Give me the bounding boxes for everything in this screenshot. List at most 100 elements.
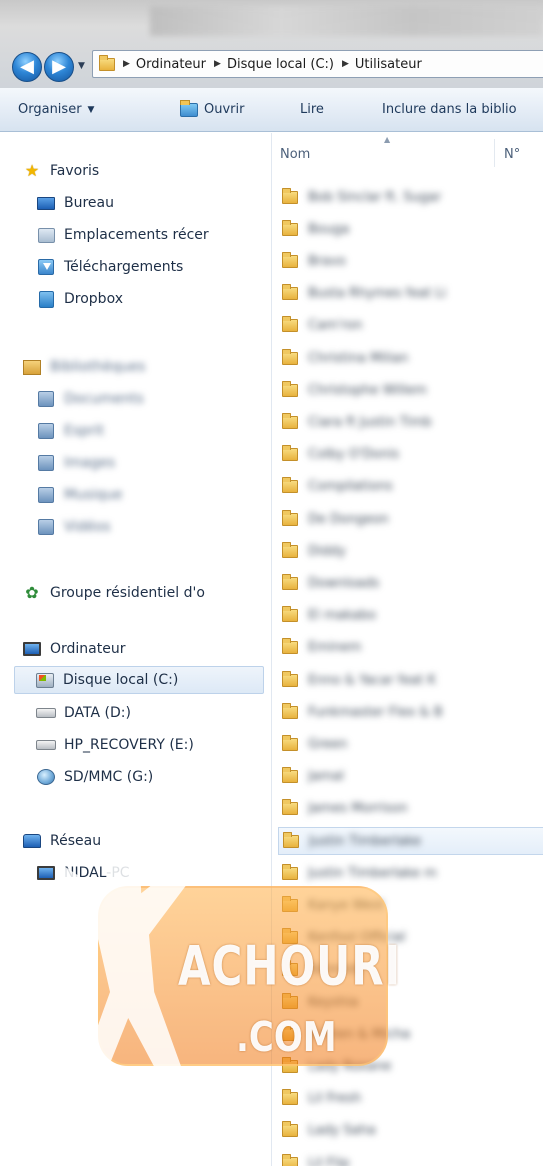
folder-icon <box>282 734 298 751</box>
folder-icon <box>282 670 298 687</box>
nav-item-library[interactable]: Images <box>36 449 115 477</box>
folder-name: Lil Fresh <box>308 1091 362 1107</box>
nav-libraries[interactable]: Bibliothèques <box>22 353 145 381</box>
breadcrumb-computer[interactable]: Ordinateur <box>136 57 206 72</box>
nav-item-library[interactable]: Vidéos <box>36 513 111 541</box>
sort-ascending-icon: ▲ <box>384 135 391 144</box>
nav-item-label: Vidéos <box>64 519 111 535</box>
play-button[interactable]: Lire <box>270 88 352 131</box>
window-title-bar: ◀ ▶ ▼ ▶ Ordinateur ▶ Disque local (C:) ▶… <box>0 0 543 88</box>
folder-row[interactable]: Justin Timberlake m <box>278 859 543 887</box>
chevron-right-icon[interactable]: ▶ <box>214 59 221 69</box>
recent-pages-dropdown[interactable]: ▼ <box>78 61 85 71</box>
music-icon <box>36 486 56 504</box>
nav-item-library[interactable]: Musique <box>36 481 123 509</box>
chevron-right-icon[interactable]: ▶ <box>123 59 130 69</box>
folder-icon <box>283 831 299 848</box>
computer-icon <box>22 640 42 658</box>
organise-button[interactable]: Organiser ▼ <box>0 88 158 131</box>
folder-row[interactable]: Busta Rhymes feat Li <box>278 280 543 308</box>
nav-item-library[interactable]: Documents <box>36 385 144 413</box>
nav-item-drive-g[interactable]: SD/MMC (G:) <box>36 763 153 791</box>
folder-row[interactable]: Enno & Yacar feat K <box>278 666 543 694</box>
folder-row[interactable]: Lil Fresh <box>278 1085 543 1113</box>
nav-network-label: Réseau <box>50 833 102 849</box>
folder-name: Jamal <box>308 769 345 785</box>
folder-name: Busta Rhymes feat Li <box>308 286 447 302</box>
nav-network[interactable]: Réseau <box>22 827 101 855</box>
chevron-right-icon[interactable]: ▶ <box>342 59 349 69</box>
folder-row[interactable]: Cam'ron <box>278 312 543 340</box>
nav-item-library[interactable]: Esprit <box>36 417 104 445</box>
nav-item-label: Images <box>64 455 116 471</box>
address-bar[interactable]: ▶ Ordinateur ▶ Disque local (C:) ▶ Utili… <box>92 50 543 78</box>
open-button[interactable]: Ouvrir <box>158 88 270 131</box>
network-icon <box>22 832 42 850</box>
nav-item-drive-c[interactable]: Disque local (C:) <box>14 666 264 694</box>
folder-row[interactable]: Diddy <box>278 537 543 565</box>
nav-computer[interactable]: Ordinateur <box>22 635 126 663</box>
folder-row[interactable]: Christophe Willem <box>278 376 543 404</box>
nav-item-recent-places[interactable]: Emplacements récer <box>36 221 209 249</box>
back-button[interactable]: ◀ <box>12 52 42 82</box>
folder-name: Cam'ron <box>308 318 363 334</box>
folder-row[interactable]: Bravo <box>278 247 543 275</box>
folder-row[interactable]: Bouga <box>278 215 543 243</box>
nav-item-label: Documents <box>64 391 144 407</box>
forward-button[interactable]: ▶ <box>44 52 74 82</box>
breadcrumb-users[interactable]: Utilisateur <box>355 57 422 72</box>
folder-icon <box>282 187 298 204</box>
chevron-down-icon: ▼ <box>87 104 95 115</box>
nav-item-desktop[interactable]: Bureau <box>36 189 114 217</box>
nav-item-label: Téléchargements <box>64 259 184 275</box>
folder-icon <box>282 380 298 397</box>
folder-row[interactable]: Funkmaster Flex & B <box>278 698 543 726</box>
folder-row[interactable]: De Dongeon <box>278 505 543 533</box>
nav-item-dropbox[interactable]: Dropbox <box>36 285 123 313</box>
folder-row[interactable]: Christina Milian <box>278 344 543 372</box>
pictures-icon <box>36 454 56 472</box>
folder-row[interactable]: Justin Timberlake <box>278 827 543 855</box>
folder-row[interactable]: James Morrison <box>278 795 543 823</box>
blurred-title-area <box>150 6 543 36</box>
folder-icon <box>282 799 298 816</box>
folder-icon <box>282 445 298 462</box>
folder-icon <box>282 348 298 365</box>
folder-name: Green <box>308 736 348 752</box>
nav-libraries-label: Bibliothèques <box>50 359 146 375</box>
folder-row[interactable]: Bob Sinclar ft. Sugar <box>278 183 543 211</box>
folder-row[interactable]: Compilations <box>278 473 543 501</box>
folder-row[interactable]: Jamal <box>278 763 543 791</box>
folder-name: De Dongeon <box>308 511 389 527</box>
nav-favorites[interactable]: ★ Favoris <box>22 157 99 185</box>
folder-row[interactable]: Ciara ft Justin Timb <box>278 408 543 436</box>
folder-row[interactable]: El makabo <box>278 602 543 630</box>
library-item-icon <box>36 422 56 440</box>
recent-places-icon <box>36 226 56 244</box>
folder-row[interactable]: Lil Flip <box>278 1149 543 1166</box>
column-header-number[interactable]: N° <box>504 147 520 162</box>
folder-icon <box>282 863 298 880</box>
folder-row[interactable]: Lady Saha <box>278 1117 543 1145</box>
folder-row[interactable]: Eminem <box>278 634 543 662</box>
nav-item-label: SD/MMC (G:) <box>64 769 154 785</box>
videos-icon <box>36 518 56 536</box>
folder-icon <box>282 541 298 558</box>
folder-row[interactable]: Colby O'Donis <box>278 441 543 469</box>
nav-item-label: Esprit <box>64 423 105 439</box>
nav-item-downloads[interactable]: Téléchargements <box>36 253 183 281</box>
nav-item-drive-e[interactable]: HP_RECOVERY (E:) <box>36 731 194 759</box>
nav-item-drive-d[interactable]: DATA (D:) <box>36 699 131 727</box>
nav-item-label: Dropbox <box>64 291 123 307</box>
column-header-name[interactable]: Nom <box>280 147 310 162</box>
documents-icon <box>36 390 56 408</box>
folder-name: Compilations <box>308 479 393 495</box>
local-disk-icon <box>35 671 55 689</box>
folder-row[interactable]: Downloads <box>278 569 543 597</box>
column-divider[interactable] <box>494 139 495 167</box>
nav-homegroup[interactable]: ✿ Groupe résidentiel d'o <box>22 579 205 607</box>
folder-row[interactable]: Green <box>278 730 543 758</box>
breadcrumb-local-disk[interactable]: Disque local (C:) <box>227 57 334 72</box>
nav-homegroup-label: Groupe résidentiel d'o <box>50 585 205 601</box>
include-in-library-button[interactable]: Inclure dans la biblio <box>352 88 527 131</box>
